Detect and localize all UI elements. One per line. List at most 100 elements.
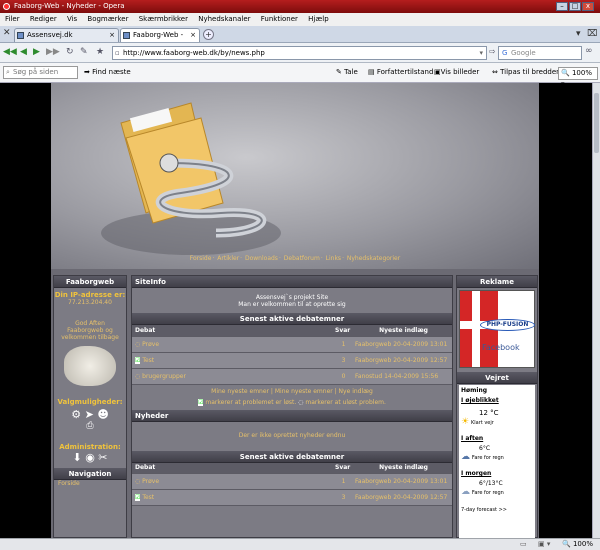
tab-assensvej[interactable]: Assensvej.dk × <box>14 28 119 42</box>
table-row[interactable]: ◌ brugergrupper 0 Fanostud 14-04-2009 15… <box>132 368 452 385</box>
ad-banner[interactable]: PHP-FUSION Facebook <box>459 290 535 368</box>
topic-name: Prøve <box>142 340 160 348</box>
topic-cell[interactable]: ◌ Prøve <box>132 336 332 353</box>
view-icon[interactable]: ▣ ▾ <box>538 539 550 550</box>
nav-link-debatforum[interactable]: Debatforum <box>284 255 320 262</box>
latest-post: Faaborgweb 20-04-2009 12:57 <box>352 352 452 369</box>
menu-filer[interactable]: Filer <box>5 15 20 23</box>
fit-width-button[interactable]: ⇔ Tilpas til bredden <box>492 67 561 80</box>
latest-date: 20-04-2009 13:01 <box>393 340 448 348</box>
bookmark-star-icon[interactable]: ★ <box>96 47 104 58</box>
scrollbar-thumb[interactable] <box>594 93 599 153</box>
topic-cell[interactable]: ◌ brugergrupper <box>132 368 332 385</box>
topic-cell[interactable]: ☑ Test <box>132 352 332 369</box>
menu-hjaelp[interactable]: Hjælp <box>308 15 328 23</box>
topic-cell[interactable]: ☑ Test <box>132 489 332 506</box>
nav-link-downloads[interactable]: Downloads <box>245 255 278 262</box>
weather-evening-row: ☁ Fare for regn <box>461 452 533 462</box>
nav-link-artikler[interactable]: Artikler <box>217 255 239 262</box>
check-icon: ☑ <box>135 494 141 501</box>
settings-gear-icon[interactable]: ⚙ <box>71 408 81 421</box>
menu-vis[interactable]: Vis <box>67 15 77 23</box>
tab-label: Assensvej.dk <box>27 31 73 39</box>
tab-menu-icon[interactable]: ✕ <box>3 28 11 39</box>
admin-badge-icon[interactable]: ◉ <box>85 451 95 464</box>
table-row[interactable]: ☑ Test 3 Faaborgweb 20-04-2009 12:57 <box>132 352 452 369</box>
users-icon[interactable]: ☻ <box>97 408 108 421</box>
topic-cell[interactable]: ◌ Prøve <box>132 473 332 490</box>
news-empty: Der er ikke oprettet nyheder endnu <box>238 431 346 439</box>
right-sidebar: Reklame PHP-FUSION Facebook Vejret Hømin… <box>456 275 538 539</box>
nav-link-nyhedskategorier[interactable]: Nyhedskategorier <box>347 255 400 262</box>
tab-list-icon[interactable]: ▾ <box>576 29 581 40</box>
options-icons: ⚙ ➤ ☻ <box>54 408 126 421</box>
search-input[interactable]: G Google <box>498 46 582 60</box>
table-row[interactable]: ◌ Prøve 1 Faaborgweb 20-04-2009 13:01 <box>132 336 452 353</box>
tab-faaborg-web[interactable]: Faaborg-Web - Nyheder × <box>120 28 200 52</box>
address-field[interactable]: ▫ http://www.faaborg-web.dk/by/news.php … <box>112 46 487 60</box>
latest-user[interactable]: Fanostud <box>355 373 382 380</box>
weather-title: Vejret <box>457 372 537 384</box>
menu-bogmaerker[interactable]: Bogmærker <box>87 15 128 23</box>
check-icon: ☑ <box>135 356 141 364</box>
find-next-button[interactable]: ➡ Find næste <box>84 67 131 80</box>
left-sidebar: Faaborgweb Din IP-adresse er: 77.213.204… <box>53 275 127 538</box>
minimize-button[interactable]: – <box>556 2 568 11</box>
arrow-icon[interactable]: ➤ <box>85 408 94 421</box>
table-row[interactable]: ☑ Test 3 Faaborgweb 20-04-2009 12:57 <box>132 489 452 506</box>
tab-close-icon[interactable]: × <box>190 29 196 42</box>
author-mode-button[interactable]: ▤ Forfattertilstand ▾ <box>368 67 439 80</box>
greeting: God Aften Faaborgweb og velkommen tilbag… <box>61 320 119 341</box>
pen-icon: ✎ <box>336 68 345 76</box>
scrollbar[interactable] <box>592 83 600 538</box>
menu-nyhedskanaler[interactable]: Nyhedskanaler <box>198 15 250 23</box>
folder-lock-illustration <box>101 102 281 255</box>
latest-post: Faaborgweb 20-04-2009 13:01 <box>352 336 452 353</box>
forecast-link[interactable]: 7-day forecast >> <box>461 507 533 513</box>
printer-icon[interactable]: ⎙ <box>54 421 126 431</box>
edit-icon[interactable]: ✎ <box>80 47 88 58</box>
toolbar: ➡ Find næste ✎ Tale ▤ Forfattertilstand … <box>0 63 600 88</box>
sidebar-title: Faaborgweb <box>54 276 126 288</box>
binoculars-icon[interactable]: ∞ <box>585 46 593 56</box>
back-icon[interactable]: ◀ <box>20 47 27 58</box>
legend-solved: markerer at problemet er løst. <box>205 398 297 406</box>
close-button[interactable]: x <box>582 2 594 11</box>
col-debat: Debat <box>132 325 332 337</box>
rewind-icon[interactable]: ◀◀ <box>3 47 17 58</box>
zoom-select[interactable]: 🔍 100% ▾ <box>558 67 598 88</box>
dropdown-icon[interactable]: ▾ <box>479 47 483 59</box>
nav-item-forside[interactable]: Forside <box>54 480 126 487</box>
latest-user[interactable]: Faaborgweb <box>355 357 391 364</box>
trash-icon[interactable]: ⌧ <box>587 29 597 40</box>
debat-links[interactable]: Mine nyeste emner | Mine nyeste emner | … <box>132 388 452 395</box>
table-row[interactable]: ◌ Prøve 1 Faaborgweb 20-04-2009 13:01 <box>132 473 452 490</box>
go-icon[interactable]: ⇨ <box>489 47 496 56</box>
col-svar: Svar <box>332 462 352 474</box>
nav-link-links[interactable]: Links <box>326 255 341 262</box>
maximize-button[interactable]: □ <box>569 2 581 11</box>
menu-rediger[interactable]: Rediger <box>30 15 57 23</box>
latest-user[interactable]: Faaborgweb <box>355 494 391 501</box>
tools-icon[interactable]: ✂ <box>98 451 107 464</box>
reload-icon[interactable]: ↻ <box>66 47 74 58</box>
latest-user[interactable]: Faaborgweb <box>355 341 391 348</box>
latest-post: Faaborgweb 20-04-2009 13:01 <box>352 473 452 490</box>
menu-skaermbrikker[interactable]: Skærmbrikker <box>139 15 188 23</box>
panel-icon[interactable]: ▭ <box>520 539 527 550</box>
latest-user[interactable]: Faaborgweb <box>355 478 391 485</box>
menu-funktioner[interactable]: Funktioner <box>261 15 298 23</box>
download-icon[interactable]: ⬇ <box>72 451 81 464</box>
tab-close-icon[interactable]: × <box>109 29 115 42</box>
forward-icon[interactable]: ▶ <box>33 47 40 58</box>
unsolved-icon: ◌ <box>298 398 304 406</box>
new-tab-button[interactable]: + <box>203 29 214 40</box>
status-zoom[interactable]: 🔍 100% <box>562 539 593 550</box>
speak-button[interactable]: ✎ Tale <box>336 67 358 80</box>
search-icon: ⌕ <box>6 68 10 76</box>
show-images-button[interactable]: ▣Vis billeder <box>434 67 479 80</box>
fast-forward-icon[interactable]: ▶▶ <box>46 47 60 58</box>
find-input[interactable]: ⌕ Søg på siden <box>3 66 78 79</box>
nav-link-forside[interactable]: Forside <box>190 255 212 262</box>
opera-icon <box>3 3 10 10</box>
